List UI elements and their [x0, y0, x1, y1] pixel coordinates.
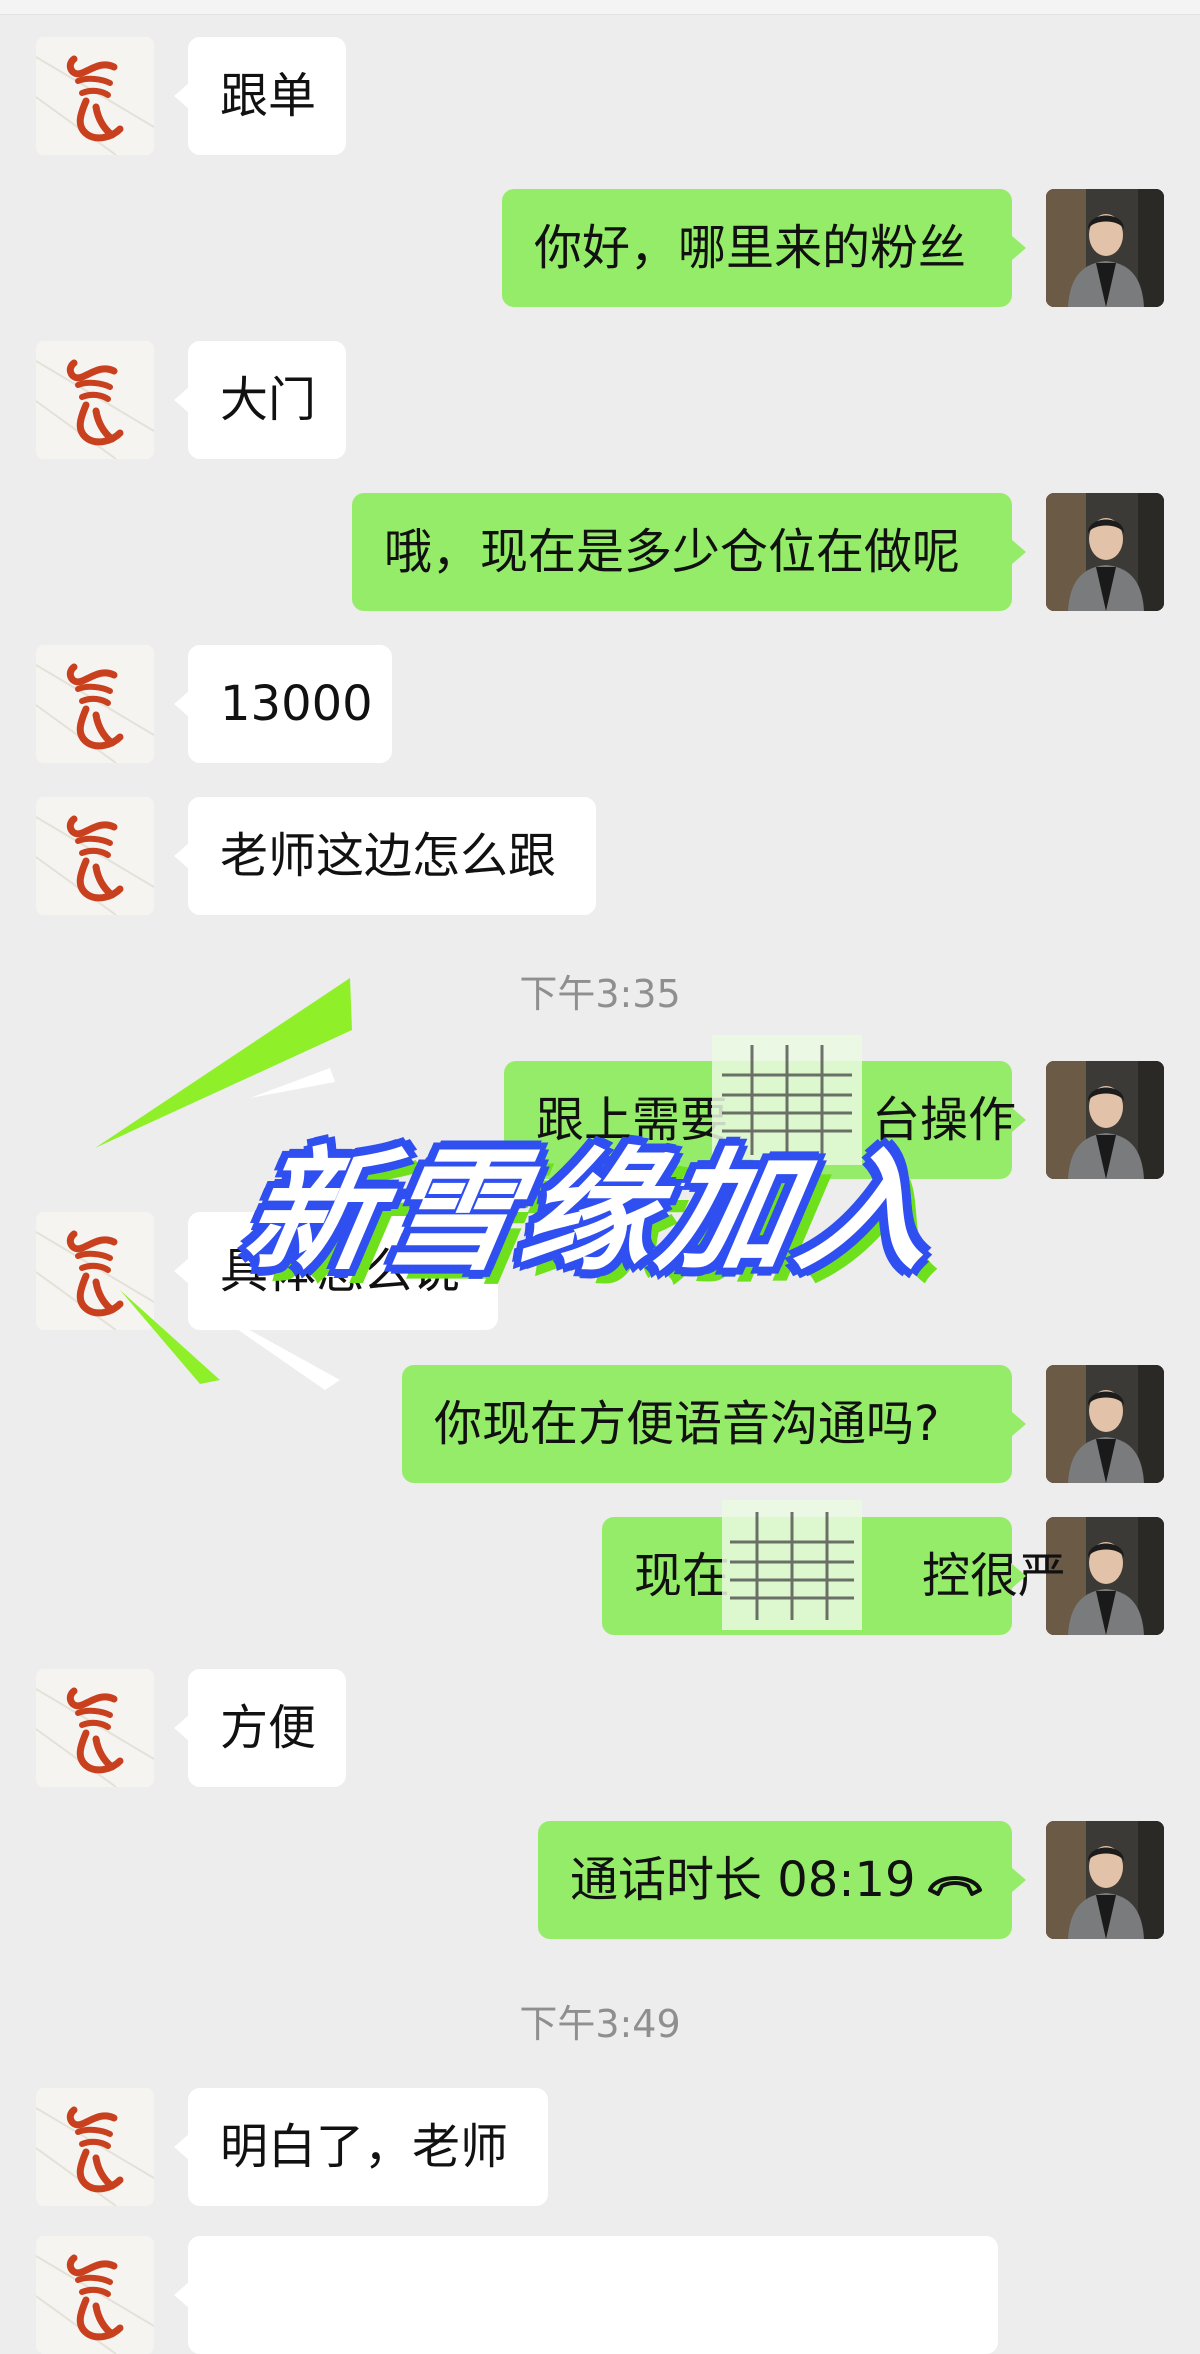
message-row: 大门: [0, 341, 1200, 459]
contact-avatar[interactable]: [36, 1212, 154, 1330]
man-in-suit-photo-icon: [1046, 1821, 1164, 1939]
received-message-bubble[interactable]: 明白了，老师: [174, 2088, 548, 2206]
red-seal-logo-icon: [36, 1669, 154, 1787]
red-seal-logo-icon: [36, 645, 154, 763]
hang-up-phone-icon: [926, 1868, 984, 1898]
received-message-bubble[interactable]: 具体怎么说: [174, 1212, 498, 1330]
contact-avatar[interactable]: [36, 2088, 154, 2206]
red-seal-logo-icon: [36, 1212, 154, 1330]
contact-avatar[interactable]: [36, 797, 154, 915]
received-message-bubble[interactable]: 大门: [174, 341, 346, 459]
red-seal-logo-icon: [36, 797, 154, 915]
timestamp: 下午3:49: [519, 2002, 681, 2046]
red-seal-logo-icon: [36, 341, 154, 459]
received-message-bubble[interactable]: 跟单: [174, 37, 346, 155]
man-in-suit-photo-icon: [1046, 1061, 1164, 1179]
red-seal-logo-icon: [36, 37, 154, 155]
my-avatar[interactable]: [1046, 493, 1164, 611]
timestamp: 下午3:35: [519, 972, 681, 1016]
message-row: 现在 控很严: [0, 1517, 1200, 1635]
sent-message-bubble[interactable]: 哦，现在是多少仓位在做呢: [352, 493, 1026, 611]
message-row: 13000: [0, 645, 1200, 763]
message-row: 通话时长 08:19: [0, 1821, 1200, 1939]
status-bar-edge: [0, 0, 1200, 15]
message-row: 明白了，老师: [0, 2088, 1200, 2206]
voice-call-record-bubble[interactable]: 通话时长 08:19: [538, 1821, 1026, 1939]
contact-avatar[interactable]: [36, 2236, 154, 2354]
my-avatar[interactable]: [1046, 1061, 1164, 1179]
received-message-bubble[interactable]: 方便: [174, 1669, 346, 1787]
message-row: 跟上需要 台操作: [0, 1061, 1200, 1179]
contact-avatar[interactable]: [36, 341, 154, 459]
received-message-bubble[interactable]: [174, 2236, 998, 2354]
message-row: 老师这边怎么跟: [0, 797, 1200, 915]
contact-avatar[interactable]: [36, 645, 154, 763]
red-seal-logo-icon: [36, 2088, 154, 2206]
call-duration-text: 通话时长 08:19: [570, 1852, 916, 1908]
censored-region: [722, 1500, 862, 1630]
message-row: 跟单: [0, 37, 1200, 155]
message-row: 方便: [0, 1669, 1200, 1787]
message-row: 你好，哪里来的粉丝: [0, 189, 1200, 307]
contact-avatar[interactable]: [36, 37, 154, 155]
red-seal-logo-icon: [36, 2236, 154, 2354]
message-row: 具体怎么说: [0, 1212, 1200, 1330]
my-avatar[interactable]: [1046, 1365, 1164, 1483]
received-message-bubble[interactable]: 13000: [174, 645, 392, 763]
man-in-suit-photo-icon: [1046, 189, 1164, 307]
man-in-suit-photo-icon: [1046, 493, 1164, 611]
message-row: 你现在方便语音沟通吗?: [0, 1365, 1200, 1483]
contact-avatar[interactable]: [36, 1669, 154, 1787]
message-row-partial: [0, 2236, 1200, 2354]
sent-message-bubble[interactable]: 你现在方便语音沟通吗?: [402, 1365, 1026, 1483]
message-row: 哦，现在是多少仓位在做呢: [0, 493, 1200, 611]
censored-region: [712, 1035, 862, 1165]
man-in-suit-photo-icon: [1046, 1365, 1164, 1483]
my-avatar[interactable]: [1046, 1821, 1164, 1939]
my-avatar[interactable]: [1046, 189, 1164, 307]
sent-message-bubble[interactable]: 你好，哪里来的粉丝: [502, 189, 1026, 307]
received-message-bubble[interactable]: 老师这边怎么跟: [174, 797, 596, 915]
